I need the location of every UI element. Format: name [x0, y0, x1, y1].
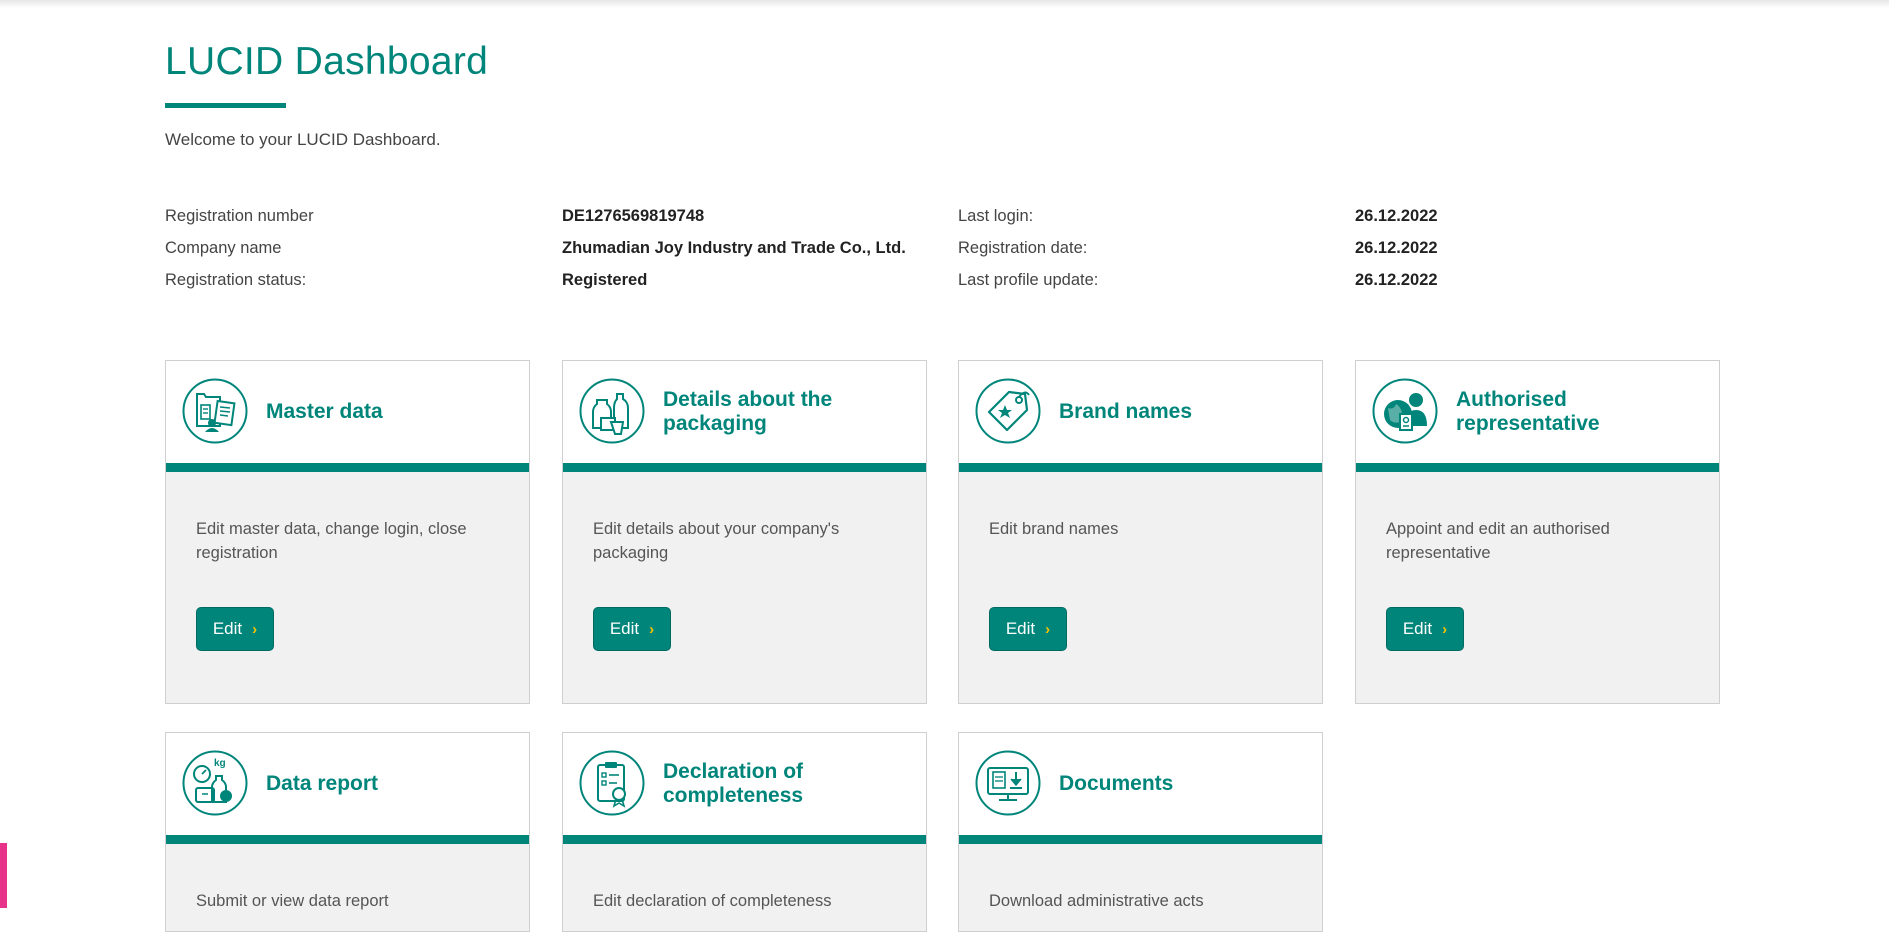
title-underline [165, 103, 286, 108]
registration-date-value: 26.12.2022 [1355, 239, 1438, 257]
registration-status-value: Registered [562, 271, 648, 289]
edit-authorised-representative-button[interactable]: Edit › [1386, 607, 1464, 651]
card-header: Declaration of completeness [563, 733, 926, 844]
card-title: Documents [1059, 772, 1174, 795]
registration-number-label: Registration number [165, 207, 314, 225]
card-title: Data report [266, 772, 379, 795]
documents-icon [975, 750, 1041, 816]
card-header: Brand names [959, 361, 1322, 472]
card-header: Master data [166, 361, 529, 472]
info-labels-right: Last login: Registration date: Last prof… [958, 200, 1098, 296]
card-documents: Documents Download administrative acts [958, 732, 1323, 932]
card-packaging: Details about the packaging Edit details… [562, 360, 927, 704]
chevron-right-icon: › [649, 620, 655, 638]
edit-packaging-button[interactable]: Edit › [593, 607, 671, 651]
company-name-label: Company name [165, 239, 282, 257]
info-values-left: DE1276569819748 Zhumadian Joy Industry a… [562, 200, 906, 296]
registration-date-label: Registration date: [958, 239, 1088, 257]
card-description: Edit declaration of completeness [593, 892, 832, 910]
last-profile-update-value: 26.12.2022 [1355, 271, 1438, 289]
button-label: Edit [609, 619, 640, 638]
card-header: Documents [959, 733, 1322, 844]
card-header: Details about the packaging [563, 361, 926, 472]
brand-tag-icon [975, 378, 1041, 444]
registration-status-label: Registration status: [165, 271, 307, 289]
card-description: Appoint and edit an authorised represent… [1386, 520, 1610, 562]
card-title: Declaration of completeness [663, 760, 804, 807]
last-login-value: 26.12.2022 [1355, 207, 1438, 225]
card-header: Authorised representative [1356, 361, 1719, 472]
card-title: Brand names [1059, 400, 1193, 423]
card-title: Master data [266, 400, 383, 423]
edit-brand-names-button[interactable]: Edit › [989, 607, 1067, 651]
representative-icon [1372, 378, 1438, 444]
card-data-report: kg Data report Submit or view data repor… [165, 732, 530, 932]
page-title: LUCID Dashboard [165, 40, 489, 83]
card-header: kg Data report [166, 733, 529, 844]
card-declaration-of-completeness: Declaration of completeness Edit declara… [562, 732, 927, 932]
declaration-icon [579, 750, 645, 816]
packaging-icon [579, 378, 645, 444]
last-profile-update-label: Last profile update: [958, 271, 1099, 289]
button-label: Edit [1005, 619, 1036, 638]
edit-master-data-button[interactable]: Edit › [196, 607, 274, 651]
card-title: Authorised representative [1456, 388, 1600, 435]
card-description: Edit details about your company's packag… [593, 520, 840, 562]
button-label: Edit [1402, 619, 1433, 638]
data-report-icon: kg [182, 750, 248, 816]
card-description: Edit master data, change login, close re… [196, 520, 467, 562]
card-authorised-representative: Authorised representative Appoint and ed… [1355, 360, 1720, 704]
card-title: Details about the packaging [663, 388, 833, 435]
last-login-label: Last login: [958, 207, 1034, 225]
card-master-data: Master data Edit master data, change log… [165, 360, 530, 704]
button-label: Edit [212, 619, 243, 638]
feedback-side-tab[interactable] [0, 843, 7, 908]
chevron-right-icon: › [1045, 620, 1051, 638]
registration-number-value: DE1276569819748 [562, 207, 705, 225]
chevron-right-icon: › [1442, 620, 1448, 638]
welcome-text: Welcome to your LUCID Dashboard. [165, 130, 441, 149]
company-name-value: Zhumadian Joy Industry and Trade Co., Lt… [562, 239, 906, 257]
info-labels-left: Registration number Company name Registr… [165, 200, 314, 296]
svg-text:kg: kg [214, 758, 226, 769]
header-shadow [0, 0, 1889, 8]
master-data-icon [182, 378, 248, 444]
chevron-right-icon: › [252, 620, 258, 638]
card-description: Edit brand names [989, 520, 1119, 538]
card-description: Submit or view data report [196, 892, 389, 910]
info-values-right: 26.12.2022 26.12.2022 26.12.2022 [1355, 200, 1438, 296]
card-description: Download administrative acts [989, 892, 1204, 910]
card-brand-names: Brand names Edit brand names Edit › [958, 360, 1323, 704]
